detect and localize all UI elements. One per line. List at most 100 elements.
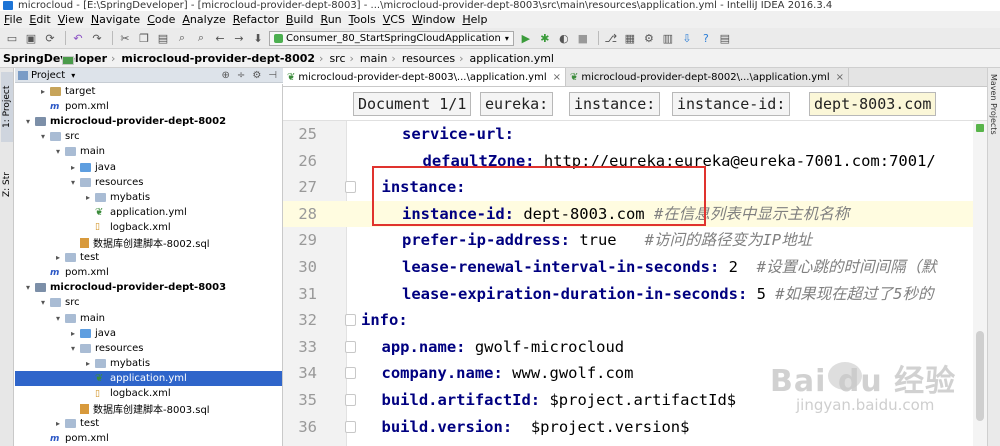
editor-scrollbar[interactable]	[973, 121, 987, 446]
tree-item[interactable]: 数据库创建脚本-8002.sql	[15, 235, 282, 250]
menu-item-refactor[interactable]: Refactor	[233, 13, 279, 26]
menu-item-analyze[interactable]: Analyze	[182, 13, 225, 26]
menu-item-run[interactable]: Run	[321, 13, 342, 26]
chevron-down-icon[interactable]: ▾	[38, 132, 48, 141]
tree-item[interactable]: m pom.xml	[15, 99, 282, 114]
download-icon[interactable]: ⇩	[679, 31, 695, 45]
tree-item[interactable]: m pom.xml	[15, 265, 282, 280]
copy-icon[interactable]: ❐	[136, 31, 152, 45]
tree-item[interactable]: ▸ java	[15, 326, 282, 341]
build-icon[interactable]: ⬇	[250, 31, 266, 45]
chevron-right-icon[interactable]: ▸	[38, 87, 48, 96]
vcs-icon[interactable]: ⎇	[603, 31, 619, 45]
code-line[interactable]: 31 lease-expiration-duration-in-seconds: …	[283, 281, 987, 308]
chevron-down-icon[interactable]: ▾	[68, 344, 78, 353]
editor-tab[interactable]: ❦ microcloud-provider-dept-8002\...\appli…	[566, 68, 850, 86]
open-folder-icon[interactable]: ▭	[4, 31, 20, 45]
chevron-right-icon[interactable]: ▸	[53, 253, 63, 262]
project-panel-title[interactable]: Project	[31, 70, 65, 81]
tasks-icon[interactable]: ▤	[717, 31, 733, 45]
menu-item-window[interactable]: Window	[412, 13, 455, 26]
tree-item[interactable]: ▾ src	[15, 129, 282, 144]
run-icon[interactable]: ▶	[518, 31, 534, 45]
breadcrumb-item[interactable]: main ›	[62, 52, 400, 65]
yaml-path-segment[interactable]: dept-8003.com	[809, 92, 937, 116]
menu-item-view[interactable]: View	[58, 13, 84, 26]
scroll-from-source-icon[interactable]: ÷	[237, 70, 245, 81]
sdk-icon[interactable]: ▥	[660, 31, 676, 45]
menu-item-edit[interactable]: Edit	[29, 13, 50, 26]
tree-item[interactable]: ▯ logback.xml	[15, 386, 282, 401]
tree-item[interactable]: ❦ application.yml	[15, 205, 282, 220]
sync-icon[interactable]: ⊕	[222, 70, 230, 81]
nav-back-icon[interactable]: ←	[212, 31, 228, 45]
forward-icon[interactable]: ↷	[89, 31, 105, 45]
tree-item[interactable]: ❦ application.yml	[15, 370, 282, 386]
tree-item[interactable]: ▸ target	[15, 84, 282, 99]
tree-item[interactable]: ▾ microcloud-provider-dept-8002	[15, 114, 282, 129]
tree-item[interactable]: ▾ src	[15, 295, 282, 310]
tree-item[interactable]: ▸ test	[15, 250, 282, 265]
yaml-path-segment[interactable]: Document 1/1	[353, 92, 472, 116]
hide-icon[interactable]: ⊣	[268, 70, 277, 81]
code-line[interactable]: 29 prefer-ip-address: true #访问的路径变为IP地址	[283, 227, 987, 254]
yaml-path-segment[interactable]: instance-id:	[672, 92, 791, 116]
tree-item[interactable]: ▾ resources	[15, 341, 282, 356]
chevron-down-icon[interactable]: ▾	[23, 283, 33, 292]
help-icon[interactable]: ?	[698, 31, 714, 45]
tree-item[interactable]: ▾ resources	[15, 175, 282, 190]
close-icon[interactable]: ×	[836, 72, 844, 83]
chevron-down-icon[interactable]: ▾	[53, 314, 63, 323]
tree-item[interactable]: m pom.xml	[15, 431, 282, 446]
tree-item[interactable]: ▸ mybatis	[15, 356, 282, 371]
chevron-right-icon[interactable]: ▸	[83, 193, 93, 202]
chevron-right-icon[interactable]: ▸	[68, 163, 78, 172]
chevron-right-icon[interactable]: ▸	[68, 329, 78, 338]
tree-item[interactable]: ▯ logback.xml	[15, 220, 282, 235]
fold-marker-icon[interactable]	[345, 420, 356, 433]
code-line[interactable]: 32 info:	[283, 307, 987, 334]
breadcrumb-item[interactable]: application.yml	[62, 52, 554, 65]
fold-marker-icon[interactable]	[345, 340, 356, 353]
menu-item-code[interactable]: Code	[147, 13, 175, 26]
sync-icon[interactable]: ⟳	[42, 31, 58, 45]
project-tool-tab[interactable]: 1: Project	[1, 72, 13, 142]
chevron-down-icon[interactable]: ▾	[71, 71, 75, 80]
tree-item[interactable]: 数据库创建脚本-8003.sql	[15, 401, 282, 416]
tree-item[interactable]: ▸ test	[15, 416, 282, 431]
chevron-right-icon[interactable]: ▸	[53, 419, 63, 428]
scrollbar-thumb[interactable]	[976, 331, 984, 421]
chevron-down-icon[interactable]: ▾	[68, 178, 78, 187]
yaml-path-segment[interactable]: instance:	[569, 92, 661, 116]
breadcrumb-item[interactable]: resources ›	[62, 52, 468, 65]
yaml-path-segment[interactable]: eureka:	[480, 92, 554, 116]
structure-tool-tab[interactable]: Z: Str	[1, 164, 13, 204]
save-icon[interactable]: ▣	[23, 31, 39, 45]
tree-item[interactable]: ▾ microcloud-provider-dept-8003	[15, 280, 282, 295]
gear-icon[interactable]: ⚙	[252, 70, 261, 81]
menu-item-navigate[interactable]: Navigate	[91, 13, 140, 26]
paste-icon[interactable]: ▤	[155, 31, 171, 45]
cut-icon[interactable]: ✂	[117, 31, 133, 45]
nav-forward-icon[interactable]: →	[231, 31, 247, 45]
debug-icon[interactable]: ✱	[537, 31, 553, 45]
coverage-icon[interactable]: ◐	[556, 31, 572, 45]
close-icon[interactable]: ×	[553, 72, 561, 83]
project-structure-icon[interactable]: ▦	[622, 31, 638, 45]
settings-icon[interactable]: ⚙	[641, 31, 657, 45]
menu-item-build[interactable]: Build	[286, 13, 314, 26]
menu-item-help[interactable]: Help	[462, 13, 487, 26]
fold-marker-icon[interactable]	[345, 394, 356, 406]
stop-icon[interactable]: ■	[575, 31, 591, 45]
menu-item-vcs[interactable]: VCS	[383, 13, 405, 26]
find-icon[interactable]: ⌕	[174, 31, 190, 45]
maven-projects-tab[interactable]: Maven Projects	[989, 74, 998, 135]
chevron-down-icon[interactable]: ▾	[38, 298, 48, 307]
code-line[interactable]: 25 service-url:	[283, 121, 987, 148]
tree-item[interactable]: ▾ main	[15, 311, 282, 326]
chevron-down-icon[interactable]: ▾	[23, 117, 33, 126]
tree-item[interactable]: ▾ main	[15, 144, 282, 159]
back-icon[interactable]: ↶	[70, 31, 86, 45]
chevron-down-icon[interactable]: ▾	[53, 147, 63, 156]
fold-marker-icon[interactable]	[345, 181, 356, 194]
